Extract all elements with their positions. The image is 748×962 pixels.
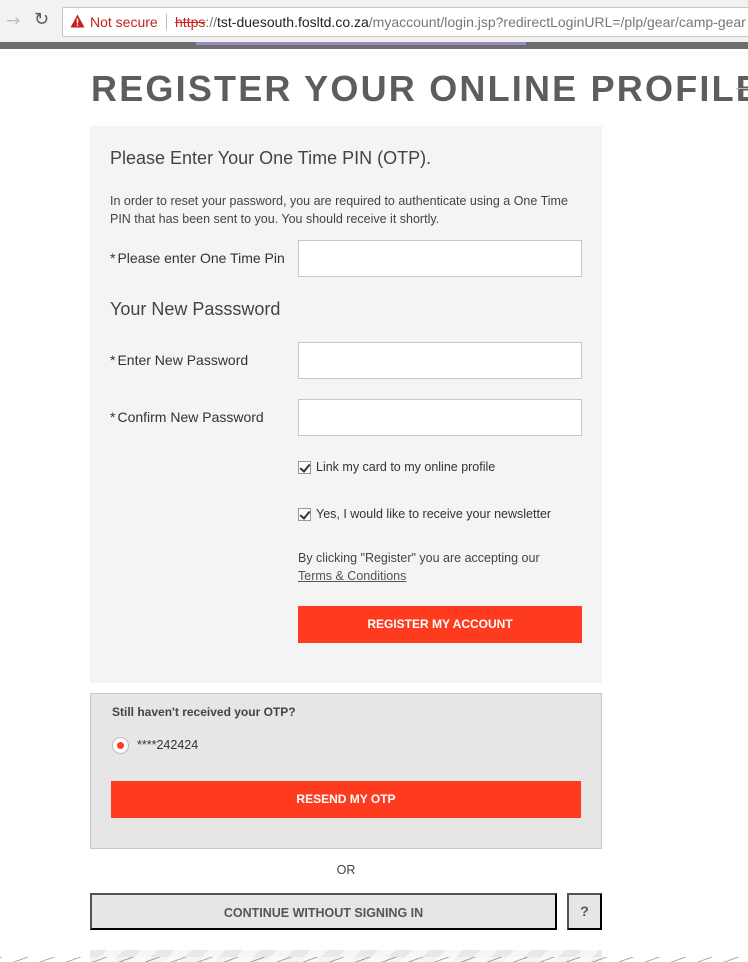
- address-bar[interactable]: Not secure https://tst-duesouth.fosltd.c…: [62, 7, 748, 37]
- otp-description: In order to reset your password, you are…: [110, 194, 568, 226]
- confirm-password-label-text: Confirm New Password: [117, 409, 264, 425]
- title-rule: [736, 88, 748, 89]
- required-marker: *: [110, 409, 116, 425]
- url-path: /myaccount/login.jsp?redirectLoginURL=/p…: [368, 14, 746, 30]
- newsletter-checkbox[interactable]: [298, 508, 311, 521]
- browser-toolbar: → ↻ Not secure https://tst-duesouth.fosl…: [0, 0, 748, 42]
- otp-input[interactable]: [298, 240, 582, 277]
- otp-heading: Please Enter Your One Time PIN (OTP).: [110, 148, 432, 168]
- continue-without-signing-in-button[interactable]: CONTINUE WITHOUT SIGNING IN: [90, 893, 557, 930]
- terms-link[interactable]: Terms & Conditions: [298, 567, 406, 585]
- link-card-checkbox[interactable]: [298, 461, 311, 474]
- phone-number[interactable]: ****242424: [137, 738, 198, 752]
- newsletter-label[interactable]: Yes, I would like to receive your newsle…: [316, 507, 551, 521]
- url-host: tst-duesouth.fosltd.co.za: [217, 14, 369, 30]
- help-button[interactable]: ?: [567, 893, 602, 930]
- phone-radio[interactable]: [112, 737, 129, 754]
- warning-icon: [70, 14, 85, 28]
- torn-edge: [0, 957, 748, 962]
- reload-icon[interactable]: ↻: [34, 9, 49, 30]
- register-button[interactable]: REGISTER MY ACCOUNT: [298, 606, 582, 643]
- forward-arrow-icon[interactable]: →: [6, 11, 20, 31]
- otp-label-text: Please enter One Time Pin: [117, 250, 285, 266]
- otp-label: * Please enter One Time Pin: [110, 250, 285, 266]
- url-separator: ://: [205, 14, 218, 30]
- security-status[interactable]: Not secure: [90, 14, 158, 30]
- required-marker: *: [110, 250, 116, 266]
- new-password-input[interactable]: [298, 342, 582, 379]
- otp-form-panel: Please Enter Your One Time PIN (OTP). In…: [90, 126, 602, 683]
- url-text[interactable]: https://tst-duesouth.fosltd.co.za/myacco…: [175, 14, 746, 30]
- link-card-label[interactable]: Link my card to my online profile: [316, 460, 495, 474]
- terms-notice: By clicking "Register" you are accepting…: [298, 551, 540, 565]
- omnibox-divider: [166, 14, 167, 30]
- url-scheme: https: [175, 14, 206, 30]
- confirm-password-label: * Confirm New Password: [110, 409, 264, 425]
- password-section-heading: Your New Passsword: [110, 299, 281, 319]
- resend-otp-panel: Still haven't received your OTP? ****242…: [90, 693, 602, 849]
- resend-otp-button[interactable]: RESEND MY OTP: [111, 781, 581, 818]
- page-title: REGISTER YOUR ONLINE PROFILE: [91, 68, 748, 109]
- confirm-password-input[interactable]: [298, 399, 582, 436]
- new-password-label: * Enter New Password: [110, 352, 248, 368]
- required-marker: *: [110, 352, 116, 368]
- or-divider: OR: [336, 863, 356, 877]
- new-password-label-text: Enter New Password: [117, 352, 249, 368]
- header-accent: [196, 42, 526, 45]
- resend-heading: Still haven't received your OTP?: [112, 705, 296, 719]
